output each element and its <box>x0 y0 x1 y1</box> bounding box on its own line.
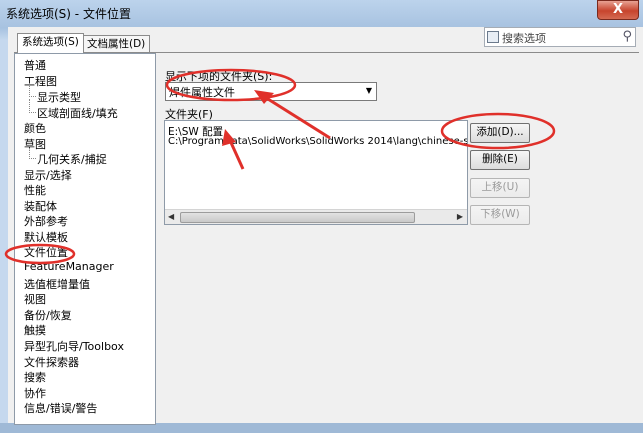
tree-item[interactable]: 装配体 <box>24 198 57 214</box>
move-down-button[interactable]: 下移(W) <box>470 205 530 225</box>
tree-item[interactable]: 协作 <box>24 385 46 401</box>
close-button[interactable]: X <box>597 0 639 20</box>
tab-system-options[interactable]: 系统选项(S) <box>17 33 84 53</box>
tree-item[interactable]: 性能 <box>24 182 46 198</box>
tab-label: 系统选项(S) <box>22 36 79 48</box>
add-button[interactable]: 添加(D)... <box>470 123 530 143</box>
search-options-icon <box>487 31 499 43</box>
tree-item[interactable]: 文件位置 <box>24 244 68 260</box>
folder-type-select[interactable]: 焊件属性文件 ▼ <box>165 82 377 101</box>
tree-item[interactable]: 区域剖面线/填充 <box>29 99 118 121</box>
tree-item[interactable]: 备份/恢复 <box>24 307 72 323</box>
folders-list[interactable]: E:\SW 配置 C:\ProgramData\SolidWorks\Solid… <box>164 120 468 225</box>
scroll-right-icon[interactable]: ▶ <box>457 212 463 221</box>
tree-item[interactable]: 异型孔向导/Toolbox <box>24 338 124 354</box>
tab-label: 文档属性(D) <box>87 38 146 50</box>
tree-item[interactable]: 视图 <box>24 291 46 307</box>
folder-type-value: 焊件属性文件 <box>169 86 235 99</box>
close-icon: X <box>612 2 624 17</box>
tree-item[interactable]: 几何关系/捕捉 <box>29 145 107 167</box>
title-bar[interactable]: 系统选项(S) - 文件位置 X <box>0 0 643 26</box>
tree-item[interactable]: 颜色 <box>24 120 46 136</box>
tree-item[interactable]: 外部参考 <box>24 213 68 229</box>
tree-item[interactable]: 默认模板 <box>24 229 68 245</box>
dialog-body: 系统选项(S) 文档属性(D) 搜索选项 ⚲ 普通 工程图 显示类型 区域剖面线/填充… <box>8 27 643 425</box>
tree-item[interactable]: 显示/选择 <box>24 167 72 183</box>
tree-item[interactable]: 文件探索器 <box>24 354 79 370</box>
move-up-button[interactable]: 上移(U) <box>470 178 530 198</box>
list-item[interactable]: C:\ProgramData\SolidWorks\SolidWorks 201… <box>168 136 467 147</box>
search-input[interactable]: 搜索选项 ⚲ <box>484 27 636 47</box>
scroll-thumb[interactable] <box>180 212 415 223</box>
tree-item[interactable]: 搜索 <box>24 369 46 385</box>
horizontal-scrollbar[interactable]: ◀ ▶ <box>165 209 467 224</box>
tree-item[interactable]: 显示类型 <box>29 83 81 105</box>
options-tree[interactable]: 普通 工程图 显示类型 区域剖面线/填充 颜色 草图 几何关系/捕捉 显示/选择 性能 装配体 外部… <box>14 53 156 425</box>
search-icon[interactable]: ⚲ <box>622 29 632 44</box>
delete-button[interactable]: 删除(E) <box>470 150 530 170</box>
tab-document-properties[interactable]: 文档属性(D) <box>82 35 151 53</box>
tree-item[interactable]: 选值框增量值 <box>24 276 90 292</box>
tree-item[interactable]: 普通 <box>24 57 46 73</box>
tree-item[interactable]: 信息/错误/警告 <box>24 400 97 416</box>
window-frame: 系统选项(S) - 文件位置 X 系统选项(S) 文档属性(D) 搜索选项 ⚲ … <box>0 0 643 425</box>
search-placeholder: 搜索选项 <box>502 32 546 45</box>
tree-item[interactable]: FeatureManager <box>24 260 114 273</box>
tree-item[interactable]: 触摸 <box>24 322 46 338</box>
window-title: 系统选项(S) - 文件位置 <box>6 7 131 21</box>
scroll-left-icon[interactable]: ◀ <box>168 212 174 221</box>
chevron-down-icon: ▼ <box>365 86 372 95</box>
